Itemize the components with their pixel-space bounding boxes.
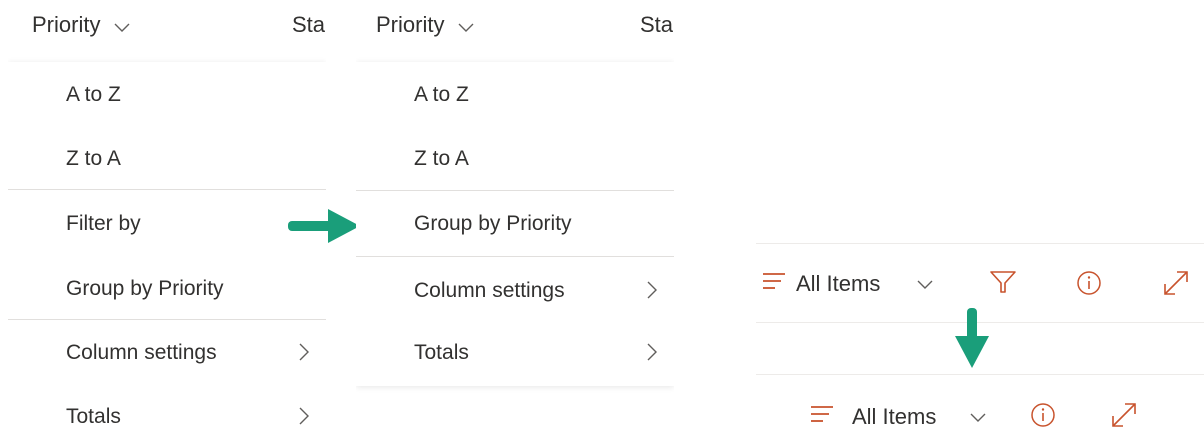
menu-divider [8,319,326,320]
filter-icon[interactable] [989,270,1017,299]
menu-item-label: Filter by [66,212,141,235]
column-header-label: Priority [32,12,101,37]
sort-a-to-z-item[interactable]: A to Z [356,64,674,128]
group-by-priority-item[interactable]: Group by Priority [8,258,326,322]
priority-column-header[interactable]: Priority Sta [356,0,674,58]
menu-item-label: Group by Priority [66,277,224,300]
menu-item-label: A to Z [66,83,121,106]
chevron-down-icon[interactable] [969,410,987,428]
menu-item-label: Column settings [66,341,217,364]
column-header-label: Priority [376,12,445,37]
column-context-menu: A to Z Z to A Filter by Group by Priorit… [8,62,326,446]
expand-icon[interactable] [1110,401,1138,434]
menu-divider [356,256,674,257]
command-bar-after: All Items [756,374,1204,447]
menu-divider [356,190,674,191]
info-icon[interactable] [1076,270,1102,301]
lines-icon [810,405,834,428]
info-icon[interactable] [1030,402,1056,433]
middle-column-menu-panel: Priority Sta A to Z Z to A Group by Prio… [356,0,674,400]
chevron-right-icon [298,406,310,432]
chevron-down-icon [113,13,131,39]
view-selector[interactable]: All Items [852,404,936,430]
column-context-menu: A to Z Z to A Group by Priority Column s… [356,62,674,386]
left-column-menu-panel: Priority Sta A to Z Z to A Filter by Gro… [8,0,326,446]
column-settings-item[interactable]: Column settings [8,322,326,386]
expand-icon[interactable] [1162,269,1190,302]
menu-item-label: A to Z [414,83,469,106]
down-arrow-icon [952,306,992,375]
totals-item[interactable]: Totals [356,322,674,386]
sort-z-to-a-item[interactable]: Z to A [356,128,674,192]
chevron-down-icon [457,13,475,39]
view-selector[interactable]: All Items [796,271,880,297]
filter-by-item[interactable]: Filter by [8,193,326,257]
menu-item-label: Z to A [414,147,469,170]
sort-z-to-a-item[interactable]: Z to A [8,128,326,192]
right-arrow-icon [286,206,362,251]
menu-item-label: Column settings [414,279,565,302]
status-column-header[interactable]: Sta [640,12,673,38]
view-label: All Items [852,404,937,429]
chevron-right-icon [646,342,658,368]
sort-a-to-z-item[interactable]: A to Z [8,64,326,128]
menu-item-label: Z to A [66,147,121,170]
menu-item-label: Totals [414,341,469,364]
menu-divider [8,189,326,190]
group-by-priority-item[interactable]: Group by Priority [356,193,674,257]
totals-item[interactable]: Totals [8,386,326,446]
menu-item-label: Group by Priority [414,212,572,235]
menu-item-label: Totals [66,405,121,428]
chevron-right-icon [298,342,310,368]
lines-icon [762,272,786,295]
priority-column-header[interactable]: Priority Sta [8,0,326,58]
view-label: All Items [796,271,881,296]
chevron-right-icon [646,280,658,306]
status-column-header[interactable]: Sta [292,12,325,38]
column-settings-item[interactable]: Column settings [356,260,674,324]
chevron-down-icon[interactable] [916,277,934,295]
